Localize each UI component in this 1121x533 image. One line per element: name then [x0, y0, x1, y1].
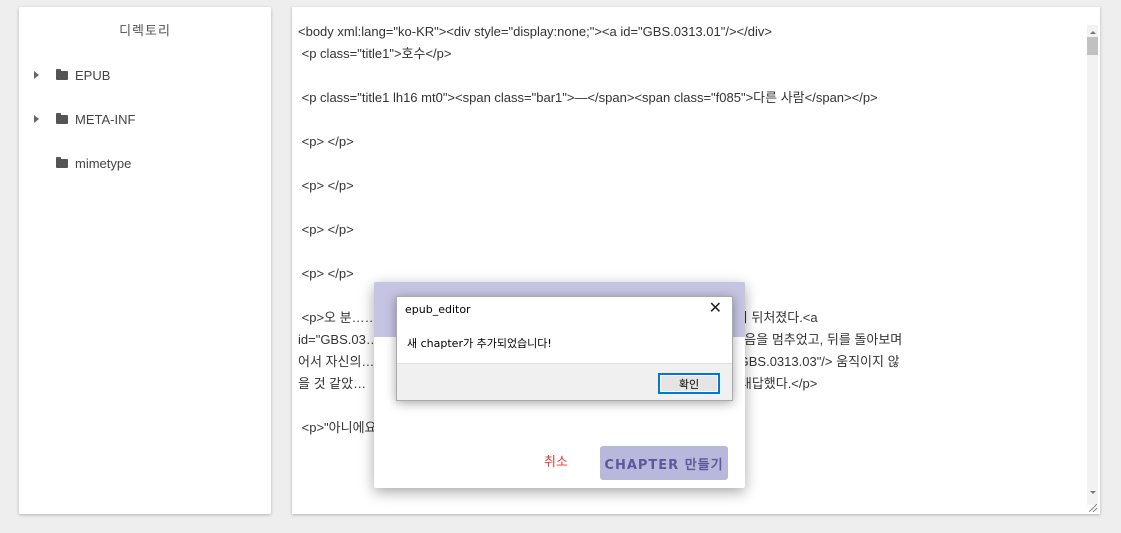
expand-arrow-icon[interactable] — [34, 115, 39, 123]
close-icon[interactable]: ✕ — [709, 298, 722, 318]
create-chapter-button[interactable]: CHAPTER 만들기 — [600, 446, 728, 480]
directory-title: 디렉토리 — [119, 24, 171, 39]
editor-line: <p class="title1">호수</p> — [298, 46, 452, 61]
alert-footer: 확인 — [397, 363, 732, 400]
resize-handle-icon[interactable] — [1089, 504, 1097, 512]
ok-button[interactable]: 확인 — [658, 373, 720, 394]
folder-icon — [56, 113, 68, 124]
tree-item-label: META-INF — [75, 111, 136, 127]
tree-item-mimetype[interactable]: mimetype — [19, 153, 131, 173]
alert-message: 새 chapter가 추가되었습니다! — [407, 337, 552, 350]
editor-line: <p class="title1 lh16 mt0"><span class="… — [298, 90, 878, 105]
editor-line: <p> </p> — [298, 178, 354, 193]
cancel-button[interactable]: 취소 — [544, 448, 568, 478]
folder-icon — [56, 69, 68, 80]
scrollbar-thumb[interactable] — [1087, 37, 1098, 55]
vertical-scrollbar[interactable] — [1087, 25, 1098, 505]
editor-line: <p> </p> — [298, 134, 354, 149]
alert-dialog: epub_editor ✕ 새 chapter가 추가되었습니다! 확인 — [396, 296, 733, 401]
tree-item-epub[interactable]: EPUB — [19, 65, 110, 85]
alert-title: epub_editor — [405, 303, 471, 316]
editor-line: <p> </p> — [298, 222, 354, 237]
scroll-up-arrow-icon[interactable] — [1090, 31, 1096, 34]
scroll-down-arrow-icon[interactable] — [1090, 491, 1096, 494]
editor-line: <body xml:lang="ko-KR"><div style="displ… — [298, 24, 772, 39]
folder-icon — [56, 157, 68, 168]
tree-item-meta-inf[interactable]: META-INF — [19, 109, 135, 129]
expand-arrow-icon[interactable] — [34, 71, 39, 79]
tree-item-label: EPUB — [75, 67, 111, 83]
tree-item-label: mimetype — [75, 155, 132, 171]
directory-panel: 디렉토리 EPUB META-INF mimetype — [19, 7, 271, 514]
